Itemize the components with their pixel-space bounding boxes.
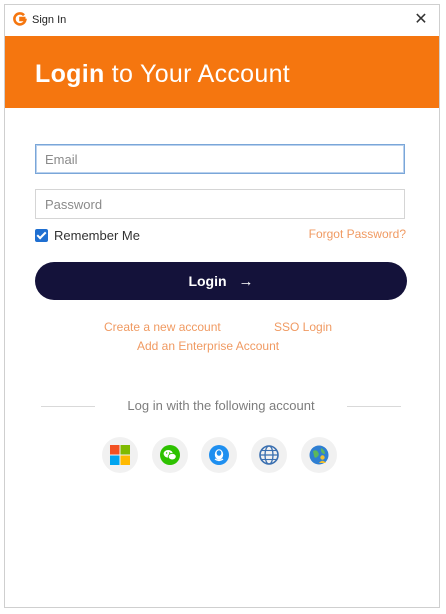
title-bar: Sign In ✕ xyxy=(5,5,439,36)
arrow-right-icon: → xyxy=(238,272,254,290)
divider-line-right xyxy=(347,406,401,407)
wechat-login-button[interactable] xyxy=(152,437,188,473)
microsoft-login-button[interactable] xyxy=(102,437,138,473)
remember-me-label: Remember Me xyxy=(54,227,140,243)
login-button[interactable]: Login → xyxy=(35,262,407,300)
add-enterprise-account-link[interactable]: Add an Enterprise Account xyxy=(137,339,279,353)
sso-login-link[interactable]: SSO Login xyxy=(274,320,332,334)
web-login-button[interactable] xyxy=(251,437,287,473)
microsoft-icon xyxy=(110,445,130,465)
banner-title: Login to Your Account xyxy=(35,60,290,89)
banner-title-rest: to Your Account xyxy=(104,60,291,88)
login-button-label: Login xyxy=(188,273,227,289)
email-field[interactable] xyxy=(35,144,405,174)
globe-user-icon xyxy=(309,445,329,465)
header-banner: Login to Your Account xyxy=(5,36,439,108)
password-field[interactable] xyxy=(35,189,405,219)
window-title: Sign In xyxy=(32,14,67,26)
qq-icon xyxy=(209,445,229,465)
close-button[interactable]: ✕ xyxy=(411,10,431,30)
banner-title-bold: Login xyxy=(35,60,105,88)
app-logo-icon xyxy=(13,12,27,26)
social-divider: Log in with the following account xyxy=(41,398,401,414)
remember-me-checkbox[interactable] xyxy=(35,228,48,242)
sign-in-window: Sign In ✕ Login to Your Account Remember… xyxy=(4,4,440,608)
globe-icon xyxy=(259,445,279,465)
close-icon: ✕ xyxy=(414,11,428,28)
other-account-login-button[interactable] xyxy=(301,437,337,473)
create-account-link[interactable]: Create a new account xyxy=(104,320,221,334)
forgot-password-link[interactable]: Forgot Password? xyxy=(309,227,406,241)
qq-login-button[interactable] xyxy=(201,437,237,473)
remember-me[interactable]: Remember Me xyxy=(35,227,140,243)
wechat-icon xyxy=(160,445,180,465)
